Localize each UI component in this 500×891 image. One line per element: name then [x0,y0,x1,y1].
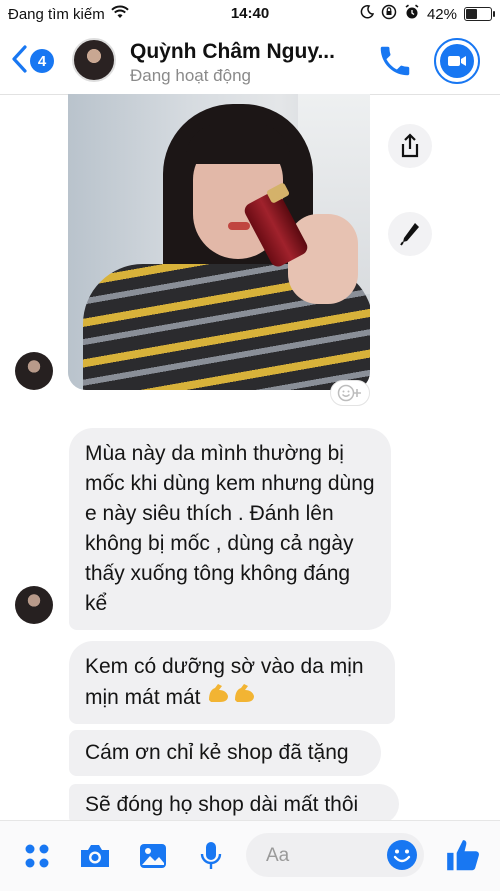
emoji-reaction-icon [337,384,361,402]
sender-avatar[interactable] [15,586,53,624]
pencil-icon [400,223,419,246]
voice-call-button[interactable] [376,42,414,80]
message-text: Cám ơn chỉ kẻ shop đã tặng [85,741,349,764]
emoji-button[interactable] [386,839,418,871]
share-icon [401,133,419,158]
flexed-biceps-icon [206,682,258,713]
composer-bar [0,820,500,891]
contact-name[interactable]: Quỳnh Châm Nguy... [130,40,335,64]
video-call-button[interactable] [434,38,480,84]
back-chevron-icon [10,44,28,78]
photo-bangs [186,124,290,164]
edit-photo-button[interactable] [388,212,432,256]
message-text: Mùa này da mình thường bị mốc khi dùng k… [85,442,375,615]
message-bubble[interactable]: Mùa này da mình thường bị mốc khi dùng k… [69,428,391,630]
share-button[interactable] [388,124,432,168]
message-bubble[interactable]: Kem có dưỡng sờ vào da mịn mịn mát mát [69,641,395,724]
message-text: Sẽ đóng họ shop dài mất thôi [85,793,359,816]
status-right: 42% [360,4,495,24]
gallery-button[interactable] [134,837,172,875]
battery-percent: 42% [426,5,457,23]
alarm-icon [404,4,420,24]
chat-header: 4 Quỳnh Châm Nguy... Đang hoạt động [0,26,500,95]
photo-hand [288,214,358,304]
video-camera-icon [440,44,474,78]
contact-avatar[interactable] [72,38,116,82]
gallery-icon [140,844,166,868]
orientation-lock-icon [381,4,397,24]
microphone-icon [200,842,222,869]
message-bubble[interactable]: Sẽ đóng họ shop dài mất thôi [69,784,399,824]
battery-icon [464,7,495,21]
camera-icon [81,845,109,867]
message-input-wrapper[interactable] [246,833,424,879]
message-input[interactable] [264,833,378,879]
phone-icon [380,46,410,76]
shared-photo[interactable] [68,94,370,390]
camera-button[interactable] [76,837,114,875]
unread-count-badge: 4 [30,49,54,73]
apps-icon [25,844,49,868]
add-reaction-button[interactable] [330,380,370,406]
thumbs-up-button[interactable] [440,833,486,879]
message-bubble[interactable]: Cám ơn chỉ kẻ shop đã tặng [69,730,381,776]
emoji-icon [387,840,417,870]
voice-message-button[interactable] [192,837,230,875]
photo-lips [228,222,250,230]
back-button[interactable]: 4 [10,44,54,78]
battery-fill [466,9,477,19]
apps-button[interactable] [18,837,56,875]
moon-icon [360,5,375,23]
contact-status: Đang hoạt động [130,66,251,85]
thumbs-up-icon [447,840,479,871]
status-bar: Đang tìm kiếm 14:40 42% [0,0,500,26]
sender-avatar[interactable] [15,352,53,390]
